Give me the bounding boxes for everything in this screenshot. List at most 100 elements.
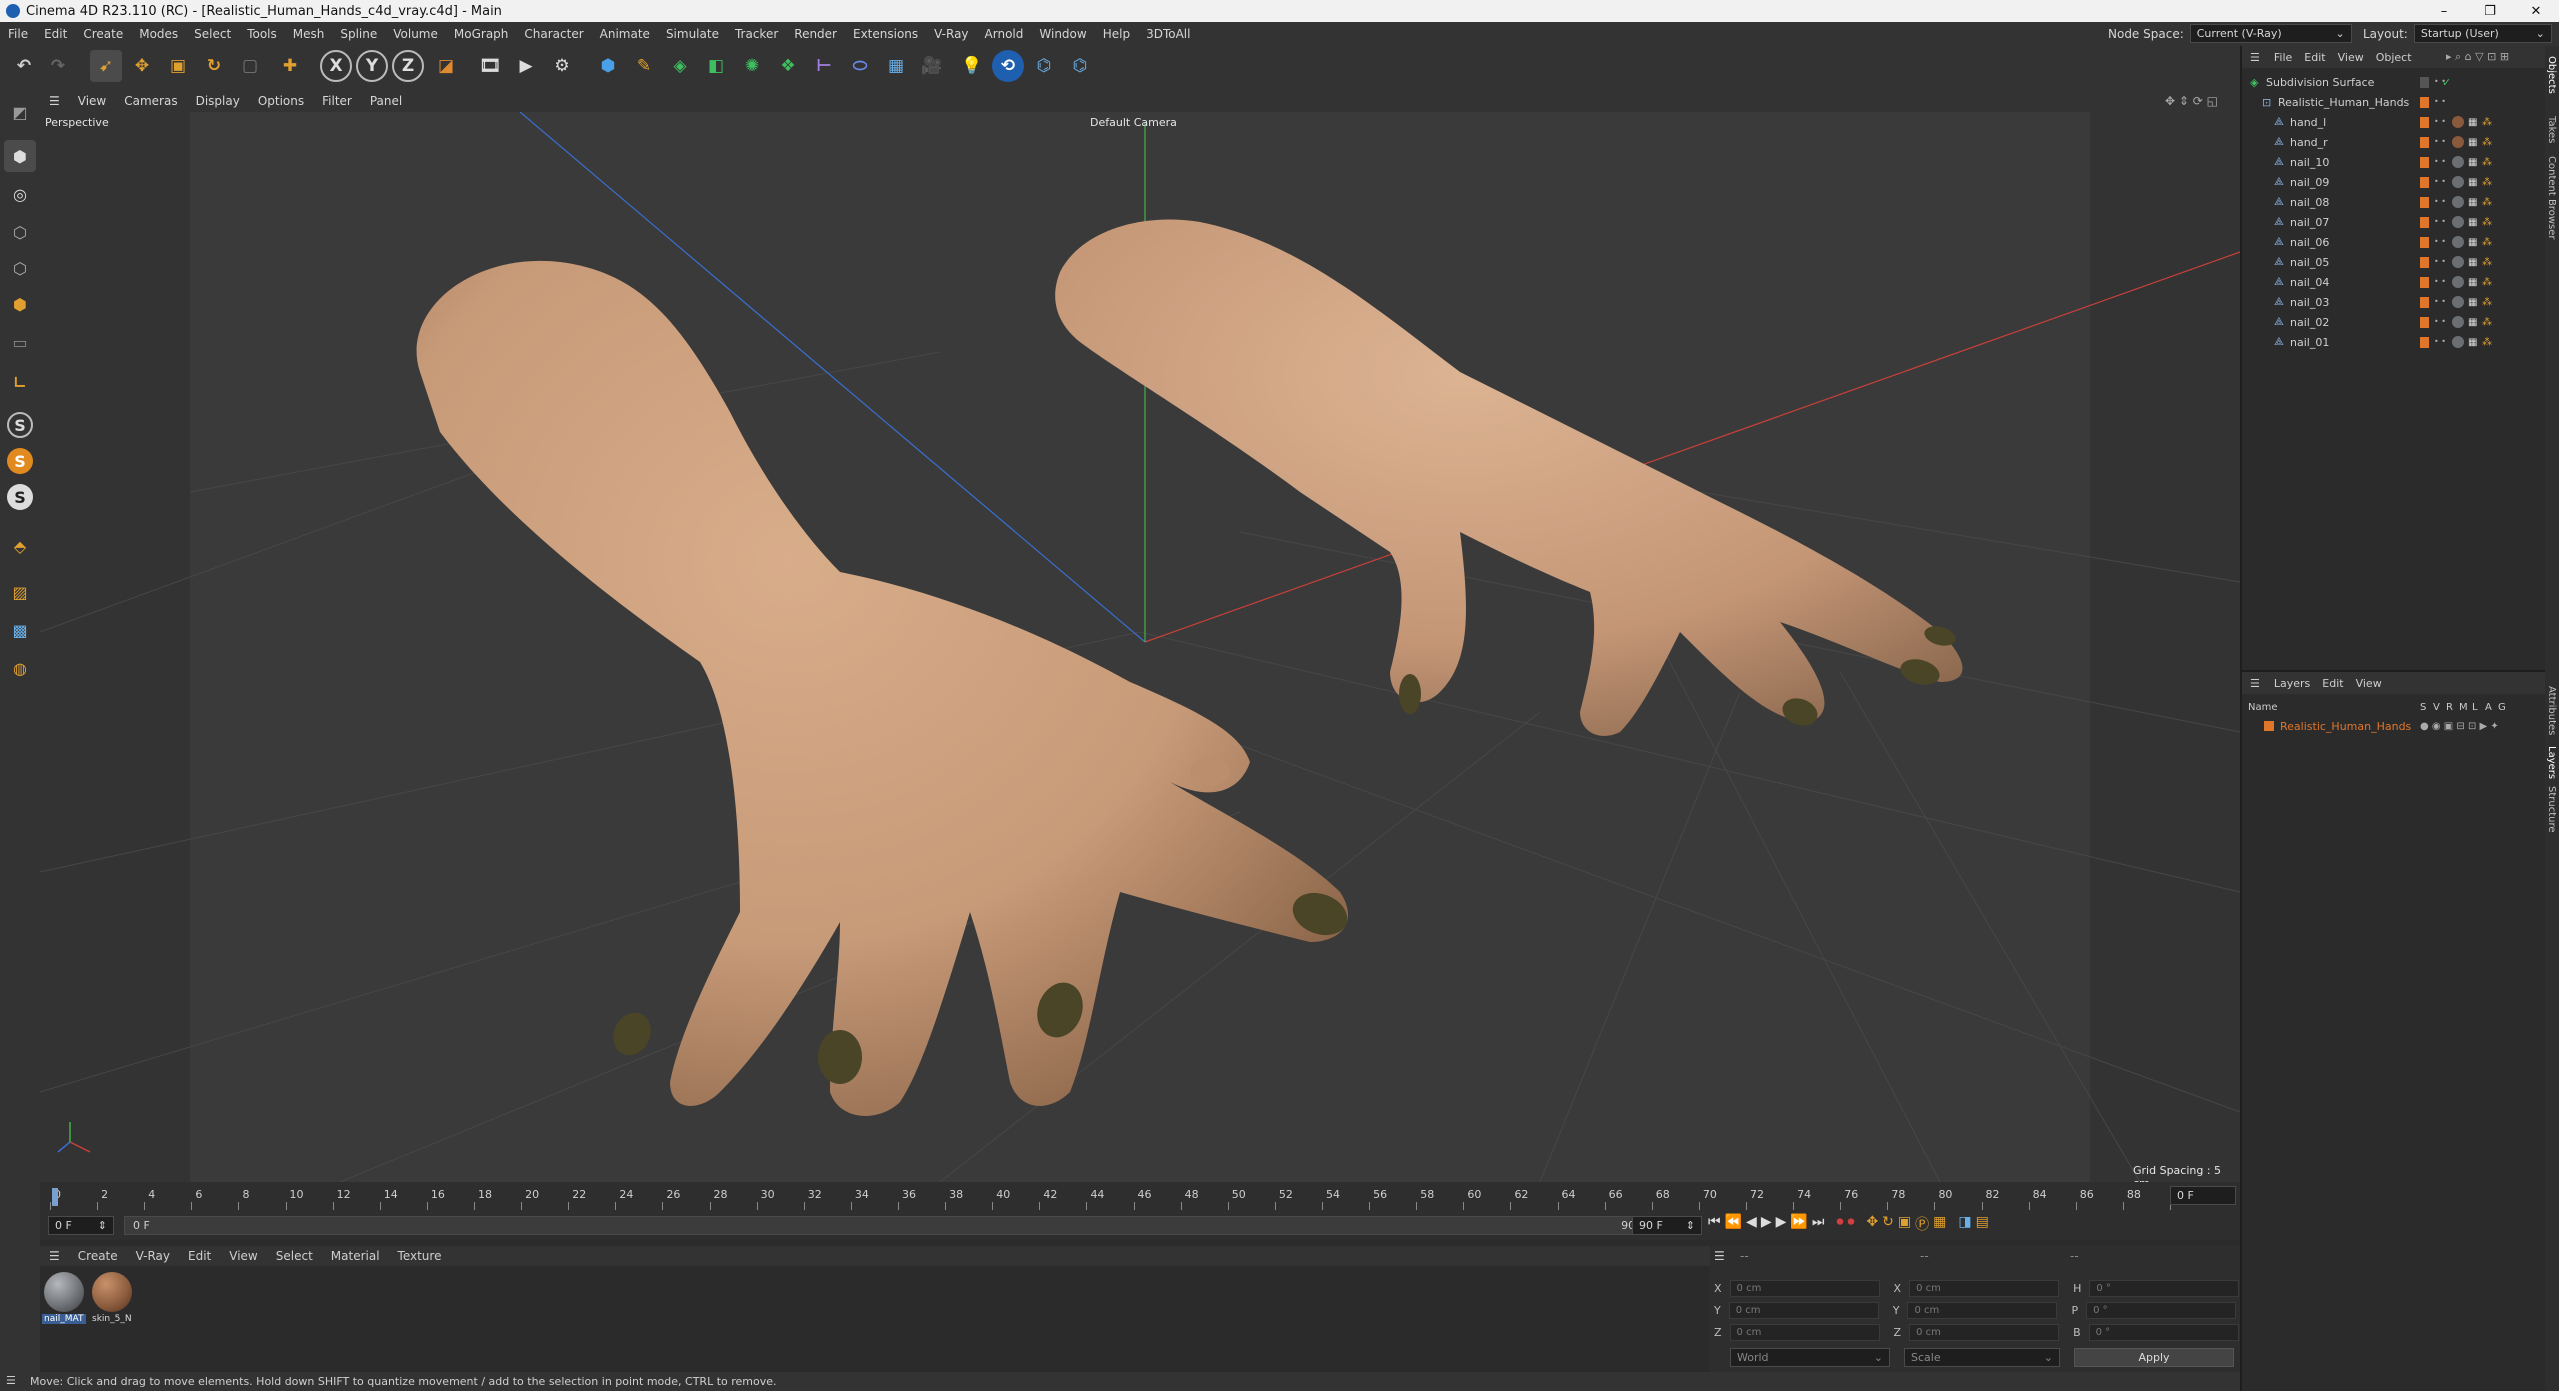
object-tree-row[interactable]: ⟁ nail_03 • • ▦ ⁂ bbox=[2242, 292, 2547, 312]
object-name[interactable]: nail_10 bbox=[2290, 156, 2329, 169]
material-menu-create[interactable]: Create bbox=[69, 1249, 127, 1263]
material-swatch[interactable]: skin_5_N bbox=[90, 1272, 134, 1332]
uvw-tag-icon[interactable]: ▦ bbox=[2468, 297, 2477, 308]
recent-tool-icon[interactable]: ▢ bbox=[234, 50, 266, 82]
viewport-hamburger-icon[interactable]: ☰ bbox=[40, 94, 69, 108]
timeline-window-icon[interactable]: ◨ bbox=[1958, 1214, 1971, 1234]
goto-end-icon[interactable]: ⏭ bbox=[1812, 1214, 1825, 1234]
size-y-field[interactable]: 0 cm bbox=[1907, 1302, 2058, 1319]
menu-simulate[interactable]: Simulate bbox=[658, 27, 727, 41]
menu-tools[interactable]: Tools bbox=[239, 27, 285, 41]
objects-menu-edit[interactable]: Edit bbox=[2298, 51, 2331, 64]
material-menu-texture[interactable]: Texture bbox=[389, 1249, 451, 1263]
camera-label[interactable]: Default Camera bbox=[1090, 116, 1177, 129]
object-layer-swatch[interactable] bbox=[2420, 336, 2429, 348]
render-view-icon[interactable]: ▶ bbox=[510, 50, 542, 82]
axis-mode-icon[interactable]: ∟ bbox=[4, 366, 36, 398]
key-param-icon[interactable]: Ⓟ bbox=[1915, 1214, 1929, 1234]
tab-objects[interactable]: Objects bbox=[2546, 56, 2557, 94]
range-slider[interactable]: 0 F 90 F bbox=[124, 1216, 1654, 1235]
edges-mode-icon[interactable]: ⬡ bbox=[4, 252, 36, 284]
uvw-tag-icon[interactable]: ▦ bbox=[2468, 257, 2477, 268]
objects-toolbar-icons[interactable]: ▸ ⌕ ⌂ ▽ ⊡ ⊞ bbox=[2446, 50, 2509, 64]
locked-workplane-icon[interactable]: ▩ bbox=[4, 614, 36, 646]
object-mode-icon[interactable]: ⬢ bbox=[4, 140, 36, 172]
apply-button[interactable]: Apply bbox=[2074, 1348, 2234, 1367]
viewport-menu-panel[interactable]: Panel bbox=[361, 94, 411, 108]
next-key-icon[interactable]: ⏩ bbox=[1790, 1214, 1807, 1234]
viewport-menu-display[interactable]: Display bbox=[187, 94, 249, 108]
scale-tool-icon[interactable]: ▣ bbox=[162, 50, 194, 82]
playhead-marker[interactable] bbox=[52, 1188, 58, 1206]
material-hamburger-icon[interactable]: ☰ bbox=[40, 1249, 69, 1263]
python-generator-icon[interactable]: ⌬ bbox=[1064, 50, 1096, 82]
key-scale-icon[interactable]: ▣ bbox=[1898, 1214, 1911, 1234]
current-frame-field[interactable]: 0 F ⇕ bbox=[48, 1216, 114, 1235]
selection-tag-icon[interactable]: ⁂ bbox=[2482, 277, 2492, 288]
object-name[interactable]: Subdivision Surface bbox=[2266, 76, 2374, 89]
x-axis-lock-button[interactable]: X bbox=[320, 50, 352, 82]
uvw-tag-icon[interactable]: ▦ bbox=[2468, 137, 2477, 148]
viewport-menu-view[interactable]: View bbox=[69, 94, 115, 108]
selection-tag-icon[interactable]: ⁂ bbox=[2482, 157, 2492, 168]
position-x-field[interactable]: 0 cm bbox=[1729, 1280, 1880, 1297]
menu-render[interactable]: Render bbox=[786, 27, 845, 41]
mograph-effector-icon[interactable]: ❖ bbox=[772, 50, 804, 82]
undo-icon[interactable]: ↶ bbox=[8, 50, 40, 82]
object-tree-row[interactable]: ⟁ nail_05 • • ▦ ⁂ bbox=[2242, 252, 2547, 272]
light-object-icon[interactable]: 💡 bbox=[956, 50, 988, 82]
object-name[interactable]: nail_06 bbox=[2290, 236, 2329, 249]
camera-object-icon[interactable]: 🎥 bbox=[916, 50, 948, 82]
object-layer-swatch[interactable] bbox=[2420, 176, 2429, 188]
menu-character[interactable]: Character bbox=[516, 27, 591, 41]
material-tag-icon[interactable] bbox=[2452, 196, 2464, 208]
menu-modes[interactable]: Modes bbox=[131, 27, 186, 41]
uvw-tag-icon[interactable]: ▦ bbox=[2468, 317, 2477, 328]
material-tag-icon[interactable] bbox=[2452, 136, 2464, 148]
object-tree-row[interactable]: ⟁ nail_08 • • ▦ ⁂ bbox=[2242, 192, 2547, 212]
menu-file[interactable]: File bbox=[0, 27, 36, 41]
material-tag-icon[interactable] bbox=[2452, 216, 2464, 228]
3d-viewport[interactable]: Perspective Default Camera Grid Spacing … bbox=[40, 112, 2240, 1182]
uvw-tag-icon[interactable]: ▦ bbox=[2468, 217, 2477, 228]
object-tree-row[interactable]: ⟁ nail_04 • • ▦ ⁂ bbox=[2242, 272, 2547, 292]
object-name[interactable]: nail_05 bbox=[2290, 256, 2329, 269]
snap-settings-button[interactable]: S bbox=[7, 448, 33, 474]
close-button[interactable]: ✕ bbox=[2513, 0, 2559, 22]
object-tree-row[interactable]: ⟁ nail_07 • • ▦ ⁂ bbox=[2242, 212, 2547, 232]
tab-layers[interactable]: Layers bbox=[2546, 746, 2557, 779]
autokey-icon[interactable]: ⏺ bbox=[1847, 1214, 1854, 1234]
rotation-h-field[interactable]: 0 ° bbox=[2089, 1280, 2240, 1297]
points-mode-icon[interactable]: ⬡ bbox=[4, 216, 36, 248]
texture-mode-icon[interactable]: ◎ bbox=[4, 178, 36, 210]
menu-3dtoall[interactable]: 3DToAll bbox=[1138, 27, 1198, 41]
layer-color-swatch[interactable] bbox=[2264, 721, 2274, 731]
tab-takes[interactable]: Takes bbox=[2546, 116, 2557, 143]
render-settings-icon[interactable]: ⚙ bbox=[546, 50, 578, 82]
menu-mesh[interactable]: Mesh bbox=[285, 27, 333, 41]
layers-hamburger-icon[interactable]: ☰ bbox=[2242, 677, 2268, 690]
size-mode-select[interactable]: Scale ⌄ bbox=[1904, 1348, 2060, 1367]
menu-window[interactable]: Window bbox=[1031, 27, 1094, 41]
uvw-tag-icon[interactable]: ▦ bbox=[2468, 177, 2477, 188]
sculpt-icon[interactable]: ◍ bbox=[4, 652, 36, 684]
add-object-icon[interactable]: ✚ bbox=[274, 50, 306, 82]
material-tag-icon[interactable] bbox=[2452, 296, 2464, 308]
enabled-check-icon[interactable]: ✓ bbox=[2442, 76, 2451, 89]
key-rotation-icon[interactable]: ↻ bbox=[1882, 1214, 1894, 1234]
object-tree-row[interactable]: ⟁ nail_02 • • ▦ ⁂ bbox=[2242, 312, 2547, 332]
menu-create[interactable]: Create bbox=[75, 27, 131, 41]
play-icon[interactable]: ▶ bbox=[1761, 1214, 1772, 1234]
uvw-tag-icon[interactable]: ▦ bbox=[2468, 337, 2477, 348]
object-layer-swatch[interactable] bbox=[2420, 236, 2429, 248]
schedule-icon[interactable]: ▤ bbox=[1976, 1214, 1989, 1234]
objects-menu-view[interactable]: View bbox=[2332, 51, 2370, 64]
visibility-dots-icon[interactable]: • • bbox=[2434, 338, 2446, 346]
layers-menu-view[interactable]: View bbox=[2350, 677, 2388, 690]
selection-tag-icon[interactable]: ⁂ bbox=[2482, 317, 2492, 328]
visibility-dots-icon[interactable]: • • bbox=[2434, 118, 2446, 126]
object-name[interactable]: hand_l bbox=[2290, 116, 2326, 129]
layers-menu-edit[interactable]: Edit bbox=[2316, 677, 2349, 690]
object-name[interactable]: hand_r bbox=[2290, 136, 2328, 149]
menu-animate[interactable]: Animate bbox=[592, 27, 658, 41]
